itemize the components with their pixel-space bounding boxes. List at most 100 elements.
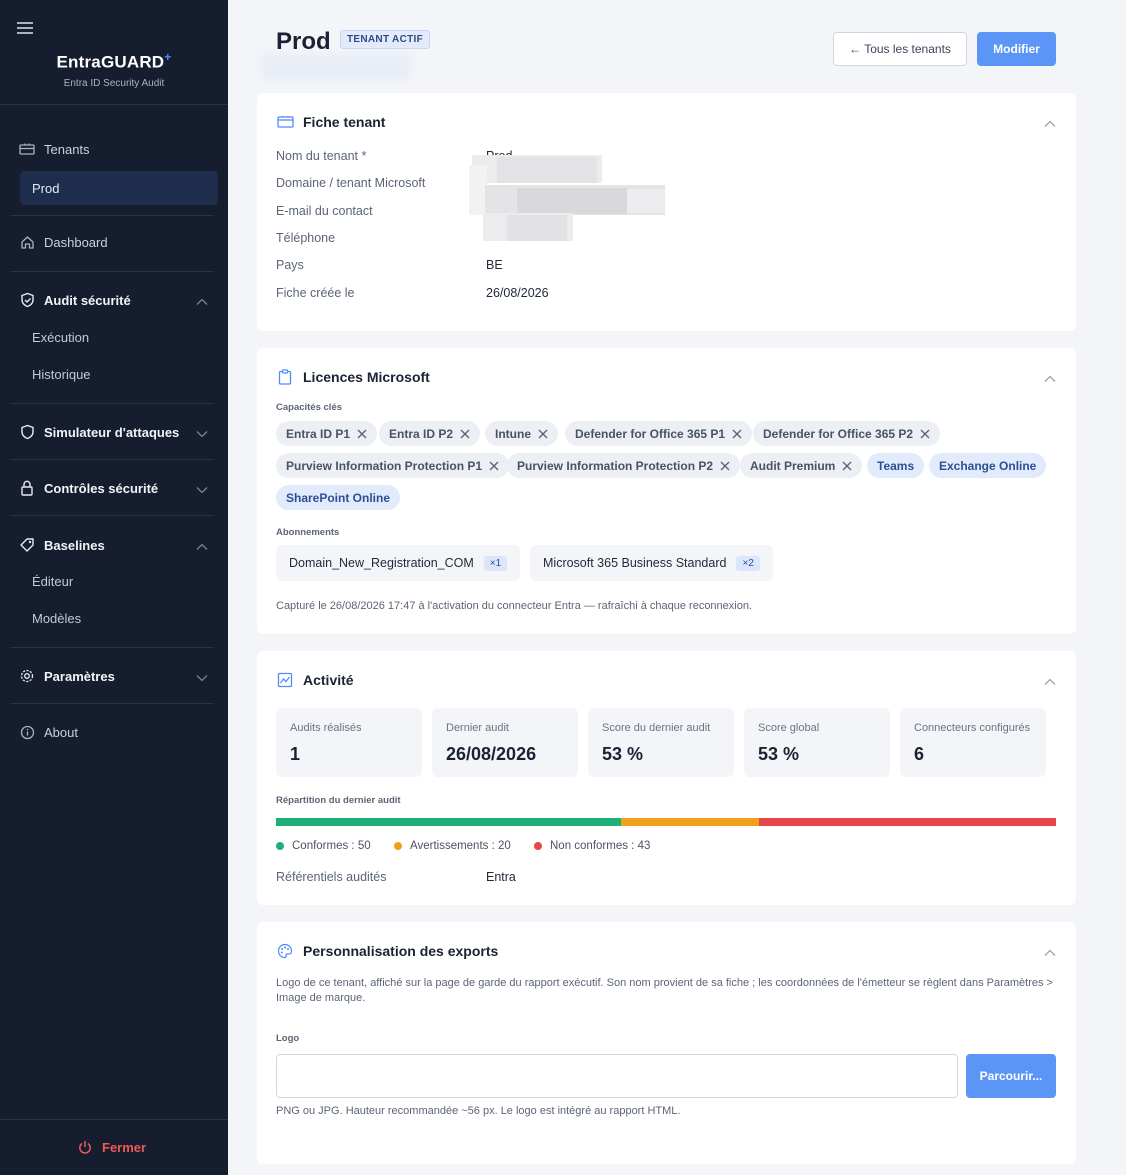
chevron-down-icon [196,482,208,497]
sidebar-item-label: Simulateur d'attaques [44,424,180,440]
card-header[interactable]: Licences Microsoft [276,368,430,386]
logout-label: Fermer [102,1140,147,1155]
stat-connectors: Connecteurs configurés 6 [900,708,1046,777]
sidebar-item-label: Audit sécurité [44,292,131,308]
sidebar: EntraGUARD+ Entra ID Security Audit Tena… [0,0,228,1175]
capability-chip[interactable]: Entra ID P2 [379,421,481,446]
capability-chip[interactable]: Defender for Office 365 P2 [753,421,941,446]
stat-last-audit: Dernier audit 26/08/2026 [432,708,578,777]
stat-global-score: Score global 53 % [744,708,890,777]
close-icon[interactable] [489,461,499,471]
sidebar-item-tenants[interactable]: Tenants [18,137,210,161]
card-title: Licences Microsoft [303,369,430,385]
close-icon[interactable] [460,429,470,439]
capability-chip[interactable]: Exchange Online [929,453,1047,478]
subscription-name: Domain_New_Registration_COM [289,556,474,570]
app-subtitle: Entra ID Security Audit [63,77,165,89]
sidebar-item-editor[interactable]: Éditeur [32,574,73,589]
created-date-value: 26/08/2026 [486,286,549,300]
capability-chip[interactable]: SharePoint Online [276,485,401,510]
divider [11,459,213,460]
brand-plus-mark: + [164,50,172,64]
chevron-up-icon [196,294,208,309]
card-title: Fiche tenant [303,114,386,130]
frameworks-value: Entra [486,870,516,884]
chevron-up-icon[interactable] [1044,115,1056,133]
sidebar-item-label: About [44,724,78,740]
chevron-up-icon[interactable] [1044,944,1056,962]
divider [0,1119,228,1120]
card-header[interactable]: Personnalisation des exports [276,942,498,960]
sidebar-item-history[interactable]: Historique [32,367,91,382]
chevron-down-icon [196,426,208,441]
sidebar-item-settings[interactable]: Paramètres [18,664,210,688]
stat-label: Dernier audit [446,722,509,734]
stat-label: Connecteurs configurés [914,722,1031,734]
close-icon[interactable] [842,461,852,471]
divider [11,403,213,404]
chip-label: Defender for Office 365 P2 [763,426,914,441]
capability-chip[interactable]: Audit Premium [740,453,863,478]
card-title: Personnalisation des exports [303,943,499,959]
page-title: Prod [276,28,331,55]
edit-button[interactable]: Modifier [977,32,1056,66]
palette-icon [276,942,294,960]
close-icon[interactable] [920,429,930,439]
brand: EntraGUARD+ Entra ID Security Audit [0,50,228,89]
subscription-count: ×2 [736,555,760,571]
sidebar-item-label: Tenants [44,141,90,157]
stat-value: 6 [914,744,925,764]
logo-file-input[interactable] [276,1054,958,1098]
capability-chip[interactable]: Purview Information Protection P1 [276,453,510,478]
close-icon[interactable] [538,429,548,439]
sidebar-item-audit[interactable]: Audit sécurité [18,288,210,312]
status-badge: TENANT ACTIF [340,30,430,49]
legend-label: Conformes : 50 [292,840,371,852]
legend-label: Non conformes : 43 [550,840,651,852]
sidebar-item-execution[interactable]: Exécution [32,330,89,345]
logout-button[interactable]: Fermer [78,1140,146,1155]
browse-button[interactable]: Parcourir... [966,1054,1056,1098]
distribution-label: Répartition du dernier audit [276,795,401,806]
sidebar-item-about[interactable]: About [18,720,210,744]
capabilities-label: Capacités clés [276,402,343,413]
capability-chip[interactable]: Purview Information Protection P2 [507,453,741,478]
chip-label: Purview Information Protection P1 [286,458,483,473]
capability-chip[interactable]: Entra ID P1 [276,421,378,446]
capability-chip[interactable]: Intune [485,421,558,446]
close-icon[interactable] [357,429,367,439]
chevron-up-icon[interactable] [1044,370,1056,388]
chevron-up-icon [196,539,208,554]
distribution-bar [276,818,1056,826]
chevron-up-icon[interactable] [1044,673,1056,691]
logo-hint: PNG ou JPG. Hauteur recommandée ~56 px. … [276,1105,681,1117]
sidebar-item-attack-simulator[interactable]: Simulateur d'attaques [18,420,210,444]
legend-item-ok: Conformes : 50 [276,840,371,852]
capability-chip[interactable]: Defender for Office 365 P1 [565,421,753,446]
sidebar-item-prod[interactable]: Prod [20,171,218,205]
sidebar-item-security-controls[interactable]: Contrôles sécurité [18,476,210,500]
chip-label: Entra ID P1 [286,426,351,441]
card-header[interactable]: Activité [276,671,354,689]
redacted-block [262,54,410,80]
distribution-segment-warn [621,818,760,826]
sidebar-item-baselines[interactable]: Baselines [18,533,210,557]
subscription-item: Domain_New_Registration_COM ×1 [276,545,521,581]
chip-label: Audit Premium [750,458,836,473]
card-title: Activité [303,672,354,688]
capability-chip[interactable]: Teams [867,453,925,478]
stat-label: Score global [758,722,820,734]
sidebar-item-dashboard[interactable]: Dashboard [18,230,210,254]
all-tenants-button[interactable]: ← Tous les tenants [833,32,967,66]
home-icon [18,233,36,251]
card-header[interactable]: Fiche tenant [276,113,385,131]
close-icon[interactable] [732,429,742,439]
divider [0,104,228,105]
sidebar-item-templates[interactable]: Modèles [32,611,81,626]
divider [11,271,213,272]
close-icon[interactable] [720,461,730,471]
stat-label: Score du dernier audit [602,722,711,734]
app-name: EntraGUARD+ [56,50,172,72]
clipboard-icon [276,368,294,386]
menu-icon[interactable] [17,22,33,34]
